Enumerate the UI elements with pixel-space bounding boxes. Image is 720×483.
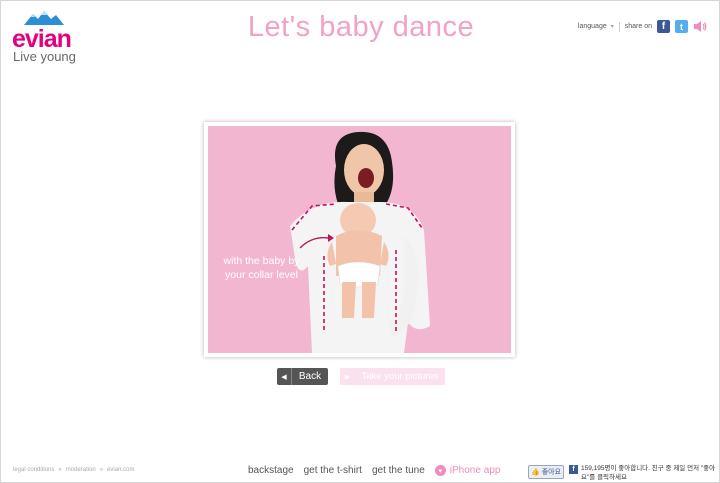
iphone-app-label: iPhone app	[449, 465, 501, 476]
photo-stage: with the baby by your collar level	[208, 126, 511, 353]
iphone-app-link[interactable]: ▾ iPhone app	[434, 465, 501, 476]
photo-frame: with the baby by your collar level	[204, 122, 515, 357]
facebook-like-button[interactable]: 👍 좋아요	[528, 465, 564, 479]
divider	[618, 21, 620, 32]
woman-with-baby-tshirt-illustration	[290, 131, 430, 353]
legal-conditions-link[interactable]: legal conditions	[13, 467, 54, 473]
moderation-link[interactable]: moderation	[66, 467, 96, 473]
legal-links: legal conditions » moderation » evian.co…	[13, 467, 134, 473]
separator: »	[99, 467, 104, 473]
facebook-icon: f	[569, 465, 578, 474]
facebook-like-count: 159,195명이 좋아합니다. 친구 중 제일 먼저 "좋아요"를 클릭하세요	[581, 465, 716, 481]
back-button-label: Back	[298, 371, 322, 382]
twitter-icon[interactable]: t	[675, 20, 688, 33]
chevron-down-icon: ▾	[610, 24, 614, 30]
evian-com-link[interactable]: evian.com	[107, 467, 134, 473]
get-tune-link[interactable]: get the tune	[372, 465, 425, 476]
like-label: 좋아요	[541, 469, 562, 476]
page: evian Live young Let's baby dance langua…	[0, 0, 720, 483]
facebook-icon[interactable]: f	[657, 20, 670, 33]
thumbs-up-icon: 👍	[530, 469, 540, 476]
top-right-bar: language ▾ share on f t	[578, 20, 707, 33]
arrow-left-icon: ◀	[277, 368, 292, 385]
take-pictures-label: Take your pictures	[361, 371, 439, 382]
caption-line-1: with the baby by	[223, 255, 300, 267]
share-label: share on	[624, 23, 652, 30]
separator: »	[58, 467, 62, 473]
back-button[interactable]: ◀ Back	[277, 368, 328, 385]
language-selector[interactable]: language ▾	[578, 23, 614, 30]
iphone-icon: ▾	[434, 465, 446, 476]
caption-line-2: your collar level	[225, 269, 298, 281]
take-pictures-button[interactable]: ▶ Take your pictures	[340, 368, 445, 385]
facebook-social-text: f 159,195명이 좋아합니다. 친구 중 제일 먼저 "좋아요"를 클릭하…	[569, 464, 719, 482]
arrow-right-icon: ▶	[344, 373, 351, 381]
instruction-caption: with the baby by your collar level	[214, 254, 309, 282]
footer-nav: backstage get the t-shirt get the tune ▾…	[248, 465, 500, 476]
backstage-link[interactable]: backstage	[248, 465, 294, 476]
get-tshirt-link[interactable]: get the t-shirt	[304, 465, 362, 476]
brand-tagline: Live young	[13, 49, 76, 64]
speaker-icon[interactable]	[693, 20, 707, 33]
language-label: language	[577, 23, 607, 30]
